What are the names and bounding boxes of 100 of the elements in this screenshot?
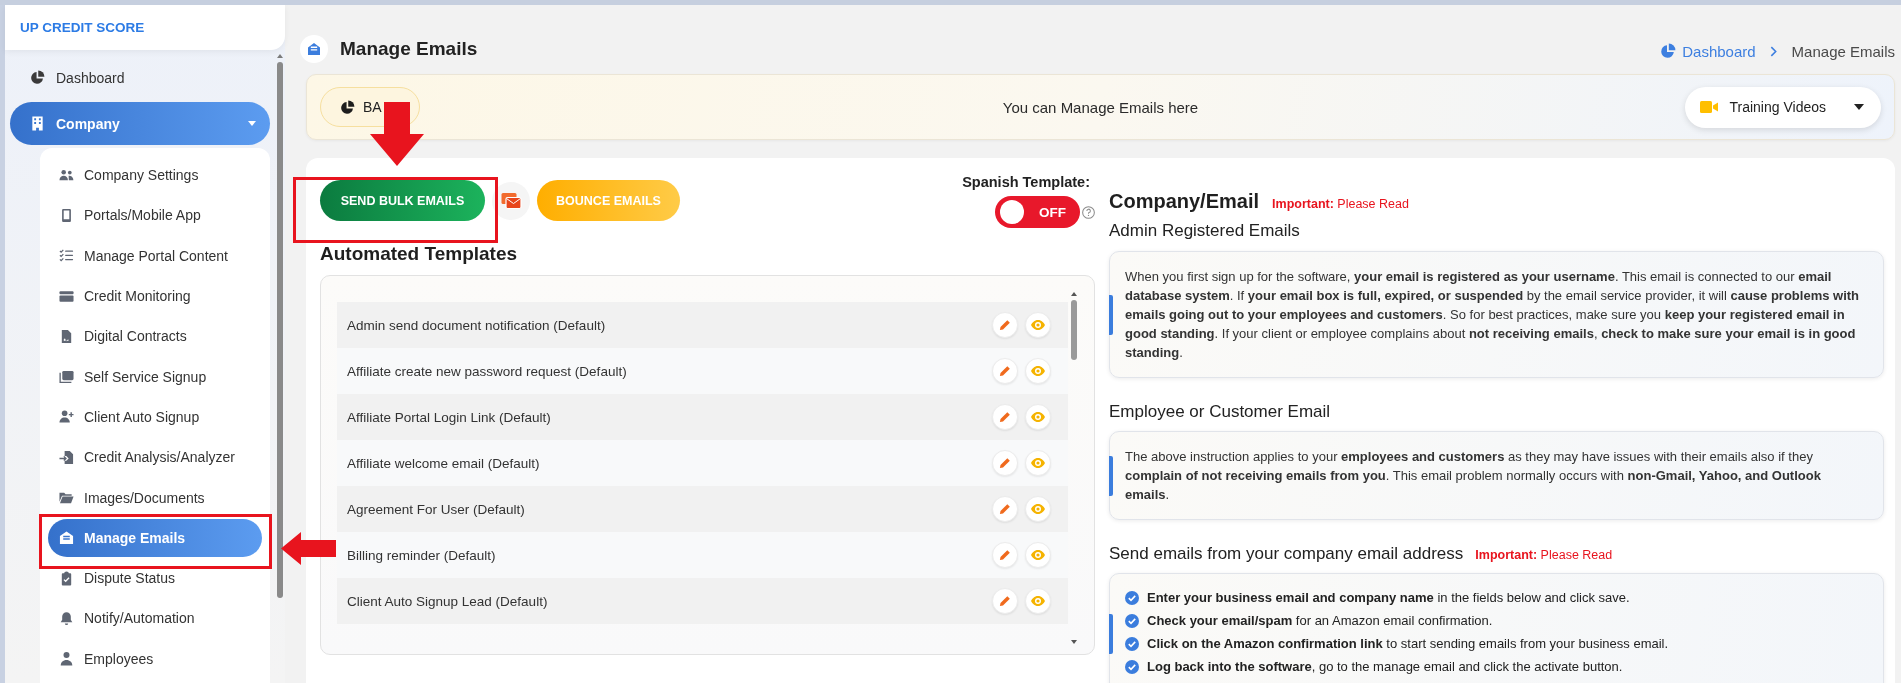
- important-note: Important: Please Read: [1272, 197, 1409, 211]
- eye-icon: [1031, 366, 1045, 376]
- submenu-item[interactable]: Images/Documents: [40, 477, 270, 518]
- training-videos-button[interactable]: Training Videos: [1685, 86, 1881, 128]
- section-title: Automated Templates: [320, 242, 519, 266]
- scrollbar-thumb[interactable]: [1071, 300, 1077, 360]
- check-circle-icon: [1125, 590, 1139, 605]
- info-text: When you first sign up for the software, your email is registered as your username. This email is connected to our email database system. If your email box is full, expired, or suspended by the email service provider, it will cause problems with emails going out to your employees and customers. So for best practices, make sure you keep your registered email in good standing. If your client or employee complains about not receiving emails, check to make sure your email is in good standing.: [1125, 268, 1861, 362]
- scroll-up-icon[interactable]: [1071, 292, 1077, 296]
- check-circle-icon: [1125, 636, 1139, 651]
- eye-icon: [1031, 412, 1045, 422]
- template-name: Affiliate Portal Login Link (Default): [347, 409, 552, 425]
- toggle-label: Spanish Template:: [962, 174, 1090, 190]
- submenu-item[interactable]: Self Service Signup: [40, 356, 270, 397]
- breadcrumb-link[interactable]: Dashboard: [1682, 42, 1756, 60]
- template-name: Affiliate create new password request (Default): [347, 363, 628, 379]
- scroll-down-icon[interactable]: [1071, 640, 1077, 644]
- caret-down-icon: [1854, 104, 1864, 110]
- spanish-template-toggle[interactable]: OFF: [995, 196, 1080, 228]
- file-arrow-icon: [59, 449, 74, 465]
- panel-title: Company/Email: [1109, 189, 1260, 214]
- phone-icon: [59, 207, 74, 223]
- edit-button[interactable]: [992, 588, 1018, 614]
- submenu-item[interactable]: Manage Emails: [48, 518, 262, 557]
- submenu-item[interactable]: Credit Analysis/Analyzer: [40, 437, 270, 478]
- check-circle-icon: [1125, 659, 1139, 674]
- view-button[interactable]: [1025, 542, 1051, 568]
- users-icon: [59, 167, 74, 183]
- view-button[interactable]: [1025, 496, 1051, 522]
- logo-text[interactable]: UP CREDIT SCORE: [20, 20, 145, 35]
- edit-button[interactable]: [992, 312, 1018, 338]
- sidebar-item[interactable]: Dashboard: [10, 56, 270, 99]
- eye-icon: [1031, 458, 1045, 468]
- person-icon: [59, 651, 74, 667]
- toggle-knob: [1000, 200, 1024, 224]
- pencil-icon: [999, 365, 1011, 377]
- scroll-up-icon[interactable]: [277, 54, 283, 58]
- pie-chart-icon: [30, 70, 45, 85]
- eye-icon: [1031, 320, 1045, 330]
- breadcrumb-current: Manage Emails: [1791, 42, 1895, 60]
- template-name: Billing reminder (Default): [347, 547, 497, 563]
- edit-button[interactable]: [992, 496, 1018, 522]
- pie-chart-icon: [340, 99, 355, 115]
- edit-button[interactable]: [992, 450, 1018, 476]
- checklist-item: Enter your business email and company name in the fields below and click save.: [1147, 590, 1630, 605]
- video-camera-icon: [1700, 100, 1719, 114]
- help-icon[interactable]: [1082, 205, 1095, 219]
- building-icon: [30, 116, 45, 131]
- section-heading: Admin Registered Emails: [1109, 221, 1300, 241]
- scrollbar-thumb[interactable]: [277, 62, 283, 598]
- view-button[interactable]: [1025, 358, 1051, 384]
- checklist-item: Log back into the software, go to the manage email and click the activate button.: [1147, 659, 1623, 674]
- checklist-item: Click on the Amazon confirmation link to start sending emails from your business email.: [1147, 636, 1669, 651]
- send-bulk-emails-button[interactable]: SEND BULK EMAILS: [320, 180, 485, 221]
- pencil-icon: [999, 549, 1011, 561]
- submenu-item[interactable]: Dispute Status: [40, 557, 270, 599]
- submenu-item[interactable]: Client Auto Signup: [40, 396, 270, 438]
- banner-message: You can Manage Emails here: [1002, 98, 1199, 116]
- view-button[interactable]: [1025, 404, 1051, 430]
- submenu-item[interactable]: Employees: [40, 638, 270, 679]
- id-card-icon: [59, 369, 74, 385]
- caret-icon[interactable]: [248, 121, 256, 126]
- pencil-icon: [999, 503, 1011, 515]
- edit-button[interactable]: [992, 358, 1018, 384]
- edit-button[interactable]: [992, 542, 1018, 568]
- envelope-icon: [300, 35, 328, 63]
- edit-button[interactable]: [992, 404, 1018, 430]
- left-arrow: [281, 532, 336, 565]
- eye-icon: [1031, 596, 1045, 606]
- submenu-item[interactable]: Credit Monitoring: [40, 275, 270, 317]
- section-heading: Employee or Customer Email: [1109, 402, 1331, 422]
- eye-icon: [1031, 504, 1045, 514]
- credit-card-icon: [59, 288, 74, 304]
- clipboard-check-icon: [59, 570, 74, 586]
- template-name: Affiliate welcome email (Default): [347, 455, 541, 471]
- sidebar-item[interactable]: Company: [10, 102, 270, 145]
- section-heading: Send emails from your company email address: [1109, 544, 1464, 564]
- pencil-icon: [999, 411, 1011, 423]
- bell-icon: [59, 610, 74, 626]
- submenu-item[interactable]: Manage Portal Content: [40, 235, 270, 276]
- submenu-item[interactable]: Company Settings: [40, 155, 270, 196]
- view-button[interactable]: [1025, 588, 1051, 614]
- template-name: Admin send document notification (Default): [347, 317, 607, 333]
- submenu-item[interactable]: Notify/Automation: [40, 598, 270, 639]
- chevron-right-icon: [1769, 45, 1777, 57]
- eye-icon: [1031, 550, 1045, 560]
- important-note: Important: Please Read: [1475, 548, 1613, 562]
- pencil-icon: [999, 457, 1011, 469]
- view-button[interactable]: [1025, 450, 1051, 476]
- envelopes-icon[interactable]: [492, 181, 530, 220]
- checklist-item: Check your email/spam for an Amazon email confirmation.: [1147, 613, 1493, 628]
- pie-chart-icon: [1660, 43, 1677, 59]
- submenu-item[interactable]: Digital Contracts: [40, 316, 270, 357]
- checklist-icon: [59, 248, 74, 264]
- pencil-icon: [999, 319, 1011, 331]
- view-button[interactable]: [1025, 312, 1051, 338]
- template-name: Client Auto Signup Lead (Default): [347, 593, 549, 609]
- page-title: Manage Emails: [340, 38, 478, 60]
- submenu-item[interactable]: Portals/Mobile App: [40, 195, 270, 236]
- info-text: The above instruction applies to your employees and customers as they may have issues with their emails also if they complain of not receiving emails from you. This email problem normally occurs with non-Gmail, Yahoo, and Outlook emails.: [1125, 448, 1822, 504]
